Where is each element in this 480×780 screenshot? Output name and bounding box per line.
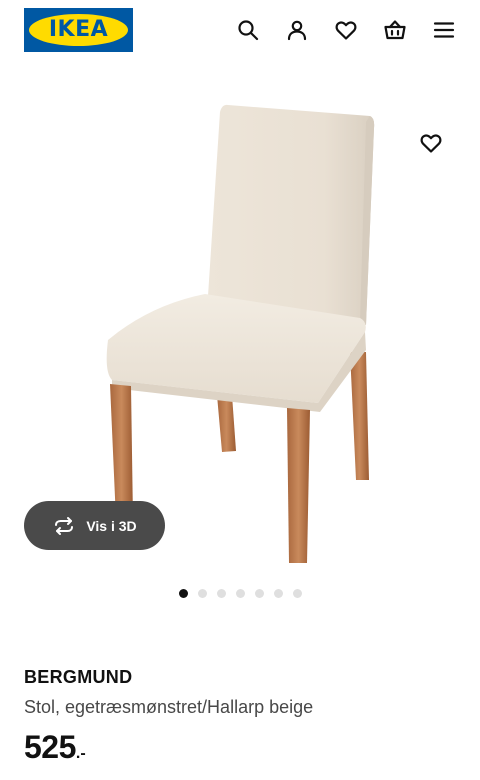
basket-icon[interactable]	[382, 17, 408, 43]
price-integer: 525	[24, 729, 76, 765]
carousel-dot[interactable]	[216, 589, 226, 598]
top-header: IKEA	[0, 0, 480, 62]
rotate-3d-icon	[55, 516, 74, 535]
favorite-button[interactable]	[416, 128, 446, 158]
view-in-3d-button[interactable]: Vis i 3D	[24, 501, 165, 550]
menu-icon[interactable]	[431, 17, 457, 43]
view-in-3d-label: Vis i 3D	[86, 517, 137, 534]
carousel-dot[interactable]	[254, 589, 264, 598]
product-description: Stol, egetræsmønstret/Hallarp beige	[24, 697, 314, 717]
heart-outline-icon	[420, 134, 442, 153]
search-icon[interactable]	[235, 17, 261, 43]
image-carousel-dots	[0, 589, 480, 599]
carousel-dot[interactable]	[235, 589, 245, 598]
heart-icon[interactable]	[333, 17, 359, 43]
carousel-dot[interactable]	[273, 589, 283, 598]
carousel-dot[interactable]	[178, 589, 188, 598]
ikea-logo[interactable]: IKEA	[24, 8, 133, 52]
carousel-dot[interactable]	[197, 589, 207, 598]
logo-text: IKEA	[48, 17, 109, 42]
carousel-dot[interactable]	[292, 589, 302, 598]
logo-oval: IKEA	[29, 14, 128, 46]
user-icon[interactable]	[284, 17, 310, 43]
product-name: BERGMUND	[24, 667, 133, 687]
price-suffix: .-	[75, 745, 86, 762]
product-price: 525 .-	[24, 729, 86, 766]
